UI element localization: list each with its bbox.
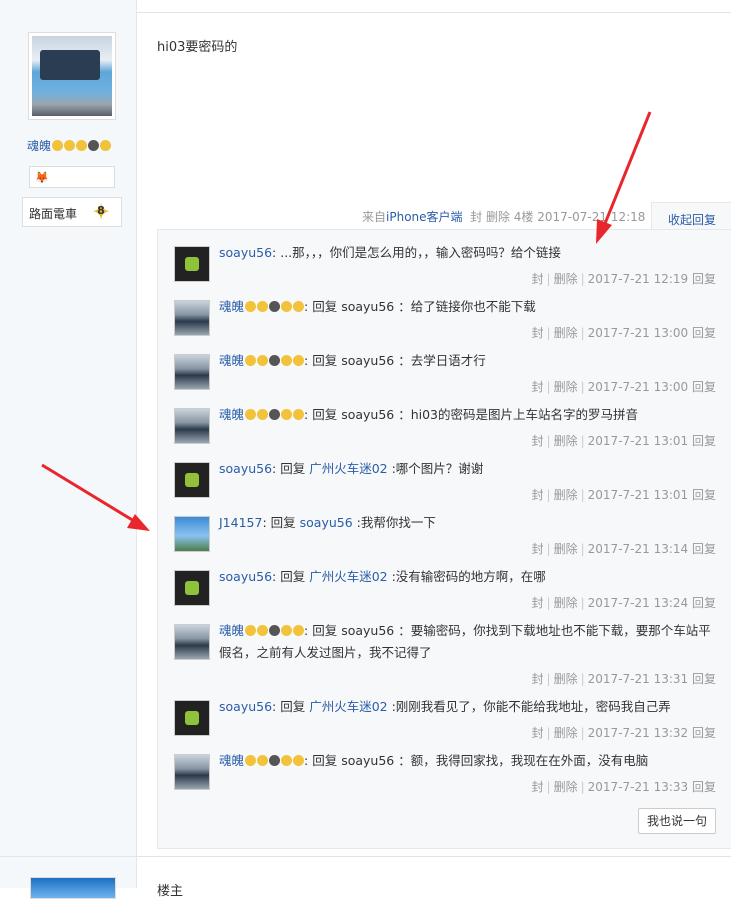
annotation-arrows	[41, 111, 652, 531]
arrow-left	[41, 463, 150, 531]
arrow-top	[596, 111, 652, 244]
